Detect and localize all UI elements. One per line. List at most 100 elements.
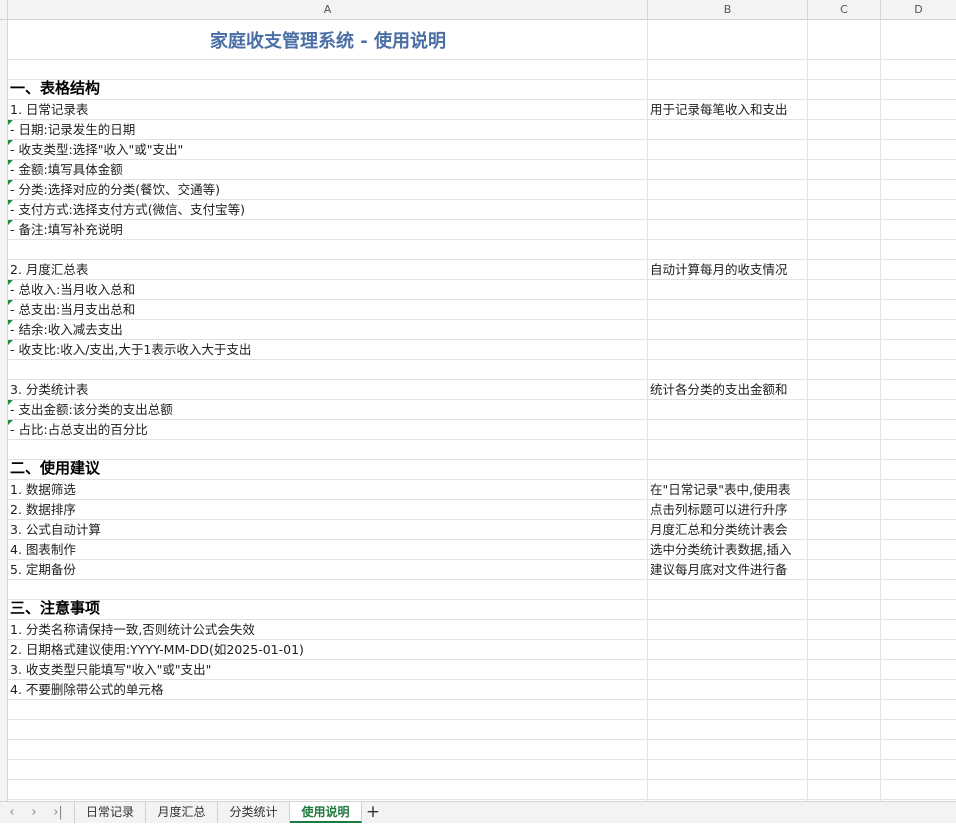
text-number-indicator-icon xyxy=(8,120,13,125)
cell-a[interactable]: 二、使用建议 xyxy=(10,460,648,479)
cell-b[interactable] xyxy=(650,640,806,659)
cell-a[interactable]: 4. 不要删除带公式的单元格 xyxy=(10,680,648,699)
cell-a[interactable]: - 总收入:当月收入总和 xyxy=(10,280,648,299)
cell-b[interactable] xyxy=(650,460,806,479)
cell-a[interactable]: - 结余:收入减去支出 xyxy=(10,320,648,339)
cell-b[interactable] xyxy=(650,600,806,619)
cell-a[interactable] xyxy=(10,580,648,599)
cell-a[interactable]: 3. 收支类型只能填写"收入"或"支出" xyxy=(10,660,648,679)
cell-b[interactable] xyxy=(650,360,806,379)
cell-b[interactable] xyxy=(650,280,806,299)
cell-b[interactable] xyxy=(650,580,806,599)
cell-a[interactable]: 2. 月度汇总表 xyxy=(10,260,648,279)
cell-b[interactable] xyxy=(650,160,806,179)
cell-a[interactable]: 3. 分类统计表 xyxy=(10,380,648,399)
cell-a[interactable]: 1. 分类名称请保持一致,否则统计公式会失效 xyxy=(10,620,648,639)
cell-b[interactable] xyxy=(650,620,806,639)
cell-b[interactable] xyxy=(650,240,806,259)
cell-b[interactable] xyxy=(650,400,806,419)
cell-a[interactable]: - 备注:填写补充说明 xyxy=(10,220,648,239)
spreadsheet-area[interactable]: A B C D 家庭收支管理系统 - 使用说明一、表格结构 1. 日常记录表 用于记… xyxy=(0,0,956,801)
cell-b[interactable]: 在"日常记录"表中,使用表 xyxy=(650,480,806,499)
table-row xyxy=(8,240,956,260)
cell-a[interactable]: - 日期:记录发生的日期 xyxy=(10,120,648,139)
cell-a[interactable]: 三、注意事项 xyxy=(10,600,648,619)
table-row: - 支付方式:选择支付方式(微信、支付宝等) xyxy=(8,200,956,220)
cell-a[interactable] xyxy=(10,740,648,759)
cell-a[interactable]: 4. 图表制作 xyxy=(10,540,648,559)
cell-a[interactable]: - 收支类型:选择"收入"或"支出" xyxy=(10,140,648,159)
sheet-tab-monthly-summary[interactable]: 月度汇总 xyxy=(146,802,218,823)
cell-b[interactable] xyxy=(650,180,806,199)
cell-b[interactable] xyxy=(650,60,806,79)
select-all-corner[interactable] xyxy=(0,0,8,20)
cell-b[interactable]: 选中分类统计表数据,插入 xyxy=(650,540,806,559)
add-sheet-icon[interactable]: + xyxy=(363,802,383,824)
cell-a[interactable]: - 支付方式:选择支付方式(微信、支付宝等) xyxy=(10,200,648,219)
cell-b[interactable] xyxy=(650,440,806,459)
cell-a[interactable]: 1. 数据筛选 xyxy=(10,480,648,499)
cell-a[interactable]: 一、表格结构 xyxy=(10,80,648,99)
cell-b[interactable]: 建议每月底对文件进行备 xyxy=(650,560,806,579)
cell-b[interactable] xyxy=(650,780,806,799)
cell-a[interactable] xyxy=(10,780,648,799)
cell-a[interactable]: 1. 日常记录表 xyxy=(10,100,648,119)
cell-a[interactable]: - 占比:占总支出的百分比 xyxy=(10,420,648,439)
text-number-indicator-icon xyxy=(8,300,13,305)
sheet-tab-daily-records[interactable]: 日常记录 xyxy=(74,802,146,823)
cell-b[interactable] xyxy=(650,660,806,679)
cell-b[interactable] xyxy=(650,720,806,739)
cell-a[interactable] xyxy=(10,440,648,459)
cell-a[interactable]: - 收支比:收入/支出,大于1表示收入大于支出 xyxy=(10,340,648,359)
cell-b[interactable] xyxy=(650,700,806,719)
cell-a[interactable] xyxy=(10,760,648,779)
table-row xyxy=(8,580,956,600)
cell-a[interactable] xyxy=(10,700,648,719)
cell-b[interactable] xyxy=(650,200,806,219)
sheet-title-cell[interactable]: 家庭收支管理系统 - 使用说明 xyxy=(8,20,648,59)
table-row: 2. 数据排序 点击列标题可以进行升序 xyxy=(8,500,956,520)
cell-a[interactable]: - 分类:选择对应的分类(餐饮、交通等) xyxy=(10,180,648,199)
cell-a[interactable]: 3. 公式自动计算 xyxy=(10,520,648,539)
row-header-strip[interactable] xyxy=(0,20,8,801)
cell-a[interactable]: - 总支出:当月支出总和 xyxy=(10,300,648,319)
cell-b[interactable] xyxy=(650,760,806,779)
sheet-tab-instructions[interactable]: 使用说明 xyxy=(290,802,362,823)
tab-nav-first-icon[interactable]: ‹ xyxy=(4,802,20,824)
cell-b[interactable] xyxy=(650,340,806,359)
cell-a[interactable]: 2. 日期格式建议使用:YYYY-MM-DD(如2025-01-01) xyxy=(10,640,648,659)
cell-b[interactable] xyxy=(650,20,806,59)
cell-b[interactable] xyxy=(650,320,806,339)
cell-b[interactable]: 自动计算每月的收支情况 xyxy=(650,260,806,279)
column-header-c[interactable]: C xyxy=(808,0,881,20)
table-row: 3. 公式自动计算 月度汇总和分类统计表会 xyxy=(8,520,956,540)
cell-b[interactable] xyxy=(650,680,806,699)
cell-a[interactable] xyxy=(10,360,648,379)
tab-nav-last-icon[interactable]: ›| xyxy=(48,802,68,824)
cell-b[interactable]: 用于记录每笔收入和支出 xyxy=(650,100,806,119)
cell-a[interactable]: 5. 定期备份 xyxy=(10,560,648,579)
cell-b[interactable] xyxy=(650,120,806,139)
cell-a[interactable] xyxy=(10,720,648,739)
column-header-d[interactable]: D xyxy=(881,0,956,20)
cell-b[interactable] xyxy=(650,300,806,319)
cell-a[interactable]: - 支出金额:该分类的支出总额 xyxy=(10,400,648,419)
cell-a[interactable] xyxy=(10,60,648,79)
cell-b[interactable] xyxy=(650,80,806,99)
column-header-b[interactable]: B xyxy=(648,0,808,20)
sheet-tab-category-stats[interactable]: 分类统计 xyxy=(218,802,290,823)
cell-b[interactable] xyxy=(650,140,806,159)
cell-b[interactable]: 月度汇总和分类统计表会 xyxy=(650,520,806,539)
table-row xyxy=(8,720,956,740)
table-row: 2. 月度汇总表 自动计算每月的收支情况 xyxy=(8,260,956,280)
cell-b[interactable] xyxy=(650,420,806,439)
tab-nav-prev-icon[interactable]: › xyxy=(26,802,42,824)
cell-a[interactable] xyxy=(10,240,648,259)
cell-a[interactable]: 2. 数据排序 xyxy=(10,500,648,519)
cell-b[interactable] xyxy=(650,220,806,239)
cell-b[interactable]: 点击列标题可以进行升序 xyxy=(650,500,806,519)
cell-b[interactable]: 统计各分类的支出金额和 xyxy=(650,380,806,399)
cell-b[interactable] xyxy=(650,740,806,759)
cell-a[interactable]: - 金额:填写具体金额 xyxy=(10,160,648,179)
column-header-a[interactable]: A xyxy=(8,0,648,20)
